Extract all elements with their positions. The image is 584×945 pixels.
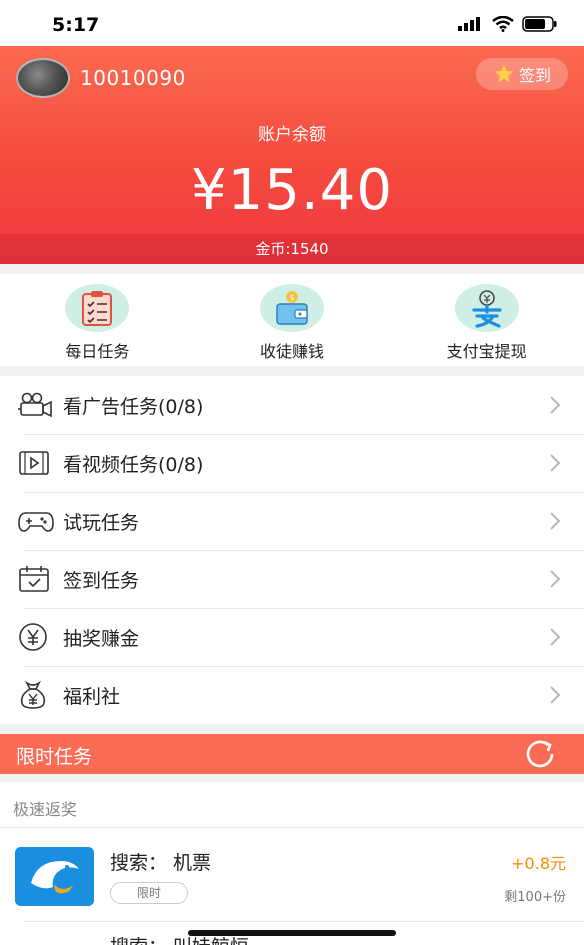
signin-label: 签到: [518, 66, 551, 85]
money-bag-icon: [18, 680, 54, 709]
menu-item-trial-play[interactable]: 试玩任务: [0, 492, 584, 550]
alipay-icon: [454, 284, 519, 332]
status-time: 5:17: [52, 14, 100, 36]
menu-item-label: 试玩任务: [63, 511, 140, 534]
quick-actions: 每日任务 $ 收徒赚钱 支付宝提现: [0, 274, 584, 366]
chevron-right-icon: [550, 396, 560, 414]
signal-icon: [458, 17, 480, 31]
menu-item-welfare[interactable]: 福利社: [0, 666, 584, 724]
task-badge: 限时: [110, 882, 188, 904]
task-menu-list: 看广告任务(0/8) 看视频任务(0/8) 试玩任务 签到任务 抽奖赚金 福利社: [0, 376, 584, 724]
menu-item-label: 看广告任务(0/8): [63, 395, 204, 418]
video-camera-icon: [18, 391, 54, 419]
svg-text:$: $: [289, 293, 294, 302]
divider: [24, 921, 584, 922]
task-title: 搜索： 机票: [110, 852, 212, 874]
section-header: 极速返奖: [0, 782, 584, 828]
quick-action-alipay-withdraw[interactable]: 支付宝提现: [389, 274, 584, 366]
user-id: 10010090: [80, 66, 186, 90]
refresh-icon[interactable]: [524, 739, 558, 769]
chevron-right-icon: [550, 512, 560, 530]
task-reward: +0.8元: [511, 854, 566, 873]
quick-action-recruit[interactable]: $ 收徒赚钱: [195, 274, 390, 366]
limited-task-title: 限时任务: [16, 746, 93, 768]
signin-button[interactable]: 签到: [476, 58, 568, 90]
task-remaining: 剩100+份: [504, 890, 566, 905]
account-header: 10010090 签到 账户余额 ¥15.40 金币:1540: [0, 46, 584, 264]
balance-label: 账户余额: [258, 125, 326, 145]
menu-item-label: 抽奖赚金: [63, 627, 140, 650]
section-title: 极速返奖: [13, 800, 78, 819]
menu-item-label: 看视频任务(0/8): [63, 453, 204, 476]
chevron-right-icon: [550, 454, 560, 472]
gamepad-icon: [18, 507, 54, 535]
home-indicator: [188, 930, 396, 936]
task-card[interactable]: 搜索： 机票 +0.8元 限时 剩100+份 搜索： 叫娃鲸恒: [0, 828, 584, 945]
limited-task-bar: 限时任务: [0, 734, 584, 774]
menu-item-label: 福利社: [63, 685, 121, 708]
yen-coin-icon: [18, 623, 54, 651]
menu-item-checkin-task[interactable]: 签到任务: [0, 550, 584, 608]
wallet-coin-icon: $: [260, 284, 324, 332]
quick-action-label: 支付宝提现: [446, 342, 527, 361]
status-icons: [458, 16, 558, 32]
clipboard-checklist-icon: [65, 284, 130, 332]
quick-action-daily-task[interactable]: 每日任务: [0, 274, 195, 366]
quick-action-label: 每日任务: [65, 342, 130, 361]
coin-bar: 金币:1540: [0, 234, 584, 264]
menu-item-label: 签到任务: [63, 569, 140, 592]
menu-item-lottery[interactable]: 抽奖赚金: [0, 608, 584, 666]
avatar[interactable]: [16, 58, 70, 98]
menu-item-watch-ads[interactable]: 看广告任务(0/8): [0, 376, 584, 434]
calendar-check-icon: [18, 565, 54, 593]
status-bar: 5:17: [0, 0, 584, 46]
coins-text: 金币:1540: [255, 240, 329, 258]
wifi-icon: [492, 16, 514, 32]
balance-value: ¥15.40: [191, 158, 393, 223]
chevron-right-icon: [550, 686, 560, 704]
star-icon: [494, 64, 514, 83]
quick-action-label: 收徒赚钱: [260, 342, 325, 361]
chevron-right-icon: [550, 628, 560, 646]
task-app-logo: [15, 847, 94, 906]
video-play-icon: [18, 449, 54, 477]
battery-icon: [522, 16, 557, 32]
menu-item-watch-videos[interactable]: 看视频任务(0/8): [0, 434, 584, 492]
chevron-right-icon: [550, 570, 560, 588]
